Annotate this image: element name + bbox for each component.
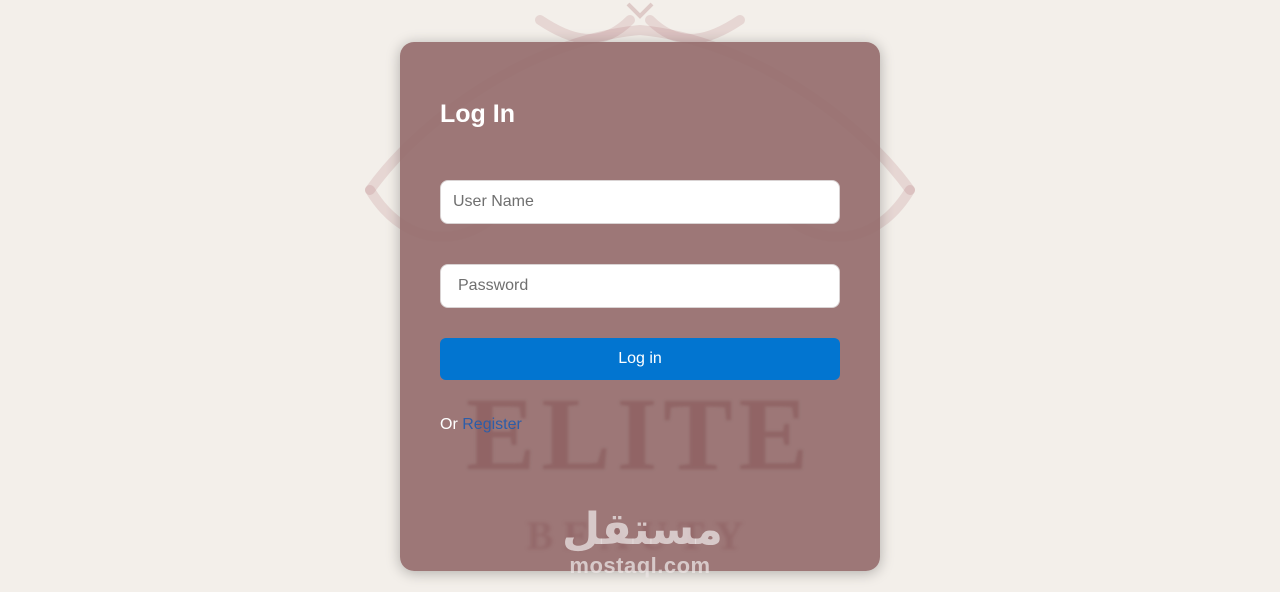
login-card: ELITE BEAUTY Log In Log in Or Register <box>400 42 880 571</box>
register-prefix: Or <box>440 416 458 433</box>
login-button[interactable]: Log in <box>440 338 840 380</box>
page-title: Log In <box>440 100 515 128</box>
card-background-sub-text: BEAUTY <box>526 513 754 558</box>
password-field[interactable] <box>440 264 840 308</box>
username-field[interactable] <box>440 180 840 224</box>
register-line: Or Register <box>440 416 522 434</box>
register-link[interactable]: Register <box>462 416 522 433</box>
card-background-brand-text: ELITE <box>466 377 814 492</box>
